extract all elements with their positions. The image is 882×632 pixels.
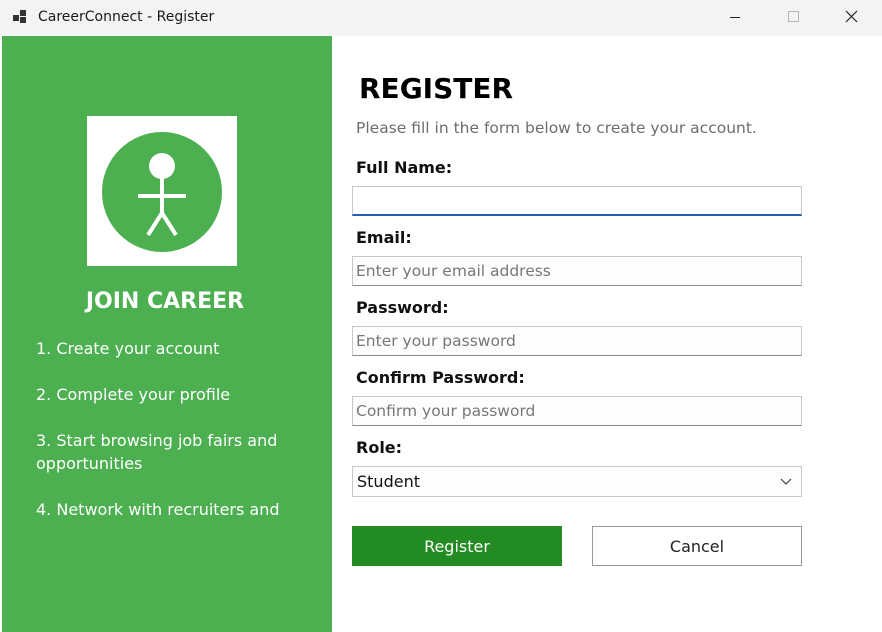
page-title: REGISTER bbox=[359, 72, 514, 105]
maximize-button[interactable] bbox=[764, 0, 822, 36]
close-icon bbox=[845, 10, 858, 23]
password-label: Password: bbox=[356, 298, 449, 317]
email-label: Email: bbox=[356, 228, 412, 247]
step-item: 2. Complete your profile bbox=[36, 385, 231, 404]
role-label: Role: bbox=[356, 438, 403, 457]
sidebar-panel: JOIN CAREER 1. Create your account 2. Co… bbox=[2, 36, 332, 632]
chevron-down-icon bbox=[780, 478, 792, 485]
step-item: 3. Start browsing job fairs and opportun… bbox=[36, 431, 278, 473]
confirm-password-field[interactable] bbox=[352, 396, 802, 426]
role-select[interactable]: Student bbox=[352, 466, 802, 497]
form-subtitle: Please fill in the form below to create … bbox=[356, 119, 757, 137]
full-name-label: Full Name: bbox=[356, 158, 453, 177]
cancel-button[interactable]: Cancel bbox=[592, 526, 802, 566]
person-icon bbox=[102, 132, 222, 252]
logo bbox=[87, 116, 237, 266]
minimize-icon bbox=[730, 17, 740, 18]
maximize-icon bbox=[788, 11, 799, 22]
step-item: 1. Create your account bbox=[36, 339, 220, 358]
app-icon bbox=[13, 10, 27, 24]
full-name-field[interactable] bbox=[352, 186, 802, 216]
email-field[interactable] bbox=[352, 256, 802, 286]
register-button[interactable]: Register bbox=[352, 526, 562, 566]
window-title: CareerConnect - Register bbox=[38, 9, 215, 25]
confirm-password-label: Confirm Password: bbox=[356, 368, 525, 387]
close-button[interactable] bbox=[822, 0, 880, 36]
password-field[interactable] bbox=[352, 326, 802, 356]
step-item: 4. Network with recruiters and bbox=[36, 500, 280, 519]
register-form: REGISTER Please fill in the form below t… bbox=[332, 36, 882, 632]
title-bar: CareerConnect - Register bbox=[0, 0, 882, 36]
minimize-button[interactable] bbox=[706, 0, 764, 36]
role-select-value: Student bbox=[357, 472, 420, 491]
join-heading: JOIN CAREER bbox=[85, 289, 245, 314]
